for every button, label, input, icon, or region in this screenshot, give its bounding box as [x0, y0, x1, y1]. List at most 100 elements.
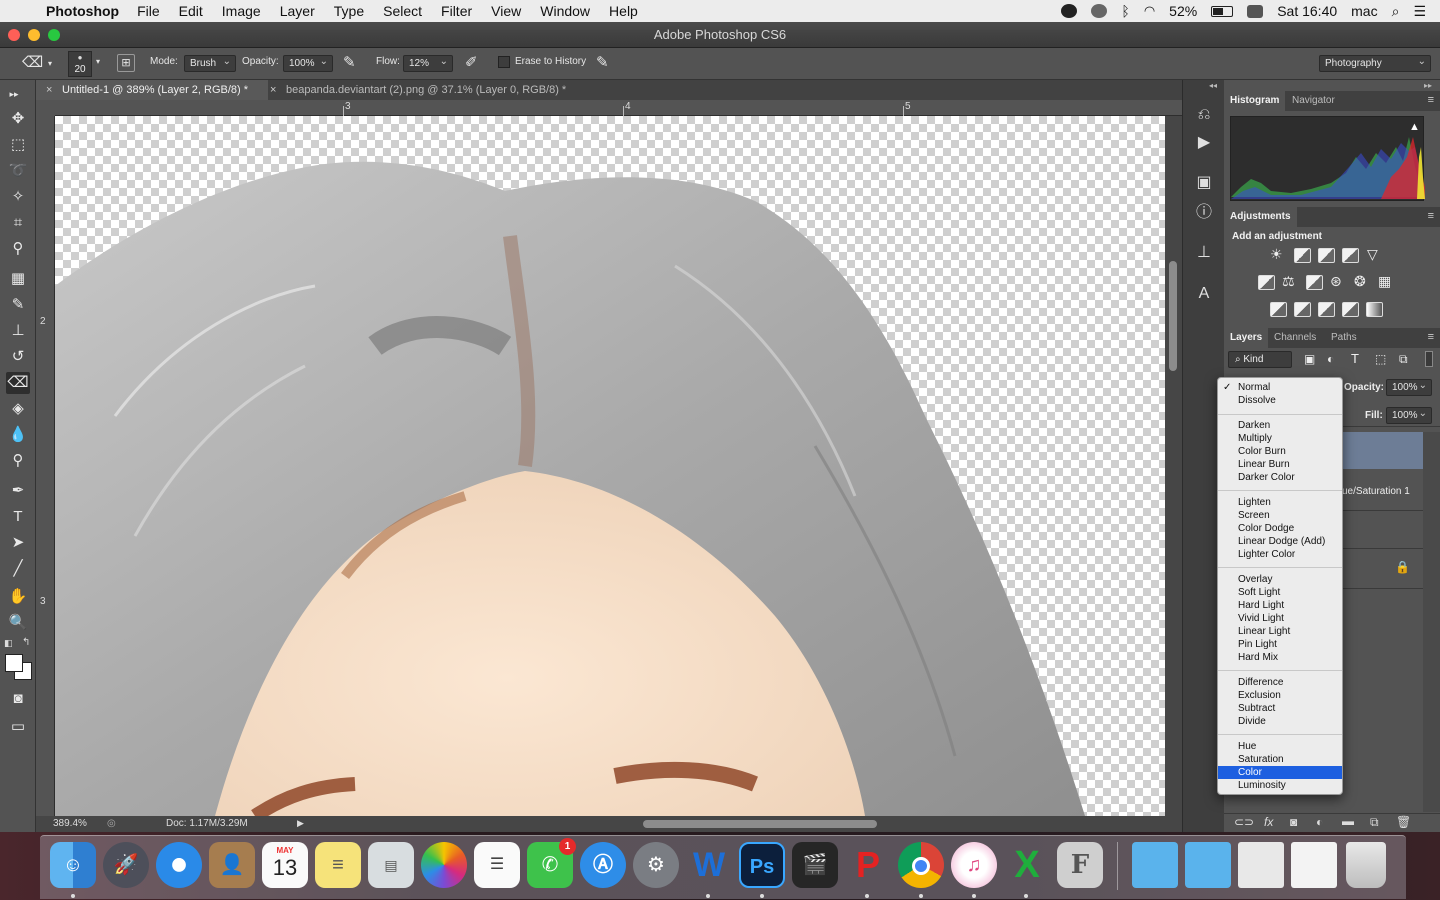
line-tool-icon[interactable]: ╱: [6, 558, 30, 580]
blur-tool-icon[interactable]: 💧: [6, 424, 30, 446]
tool-preset-dropdown-icon[interactable]: ▾: [48, 59, 52, 68]
tab-histogram[interactable]: Histogram: [1224, 91, 1286, 111]
info-panel-icon[interactable]: ⓘ: [1193, 202, 1215, 224]
blend-saturation[interactable]: Saturation: [1218, 753, 1342, 766]
tab-untitled-1[interactable]: × Untitled-1 @ 389% (Layer 2, RGB/8) *: [36, 80, 268, 100]
brush-dropdown-icon[interactable]: ▾: [96, 57, 100, 66]
brush-tool-icon[interactable]: ✎: [6, 294, 30, 316]
mode-select[interactable]: Brush: [184, 54, 236, 72]
layers-scrollbar[interactable]: [1423, 432, 1440, 812]
menu-layer[interactable]: Layer: [280, 3, 315, 19]
opacity-input[interactable]: 100%: [283, 54, 333, 72]
blend-linear-burn[interactable]: Linear Burn: [1218, 458, 1342, 471]
layer-row-selected[interactable]: [1342, 432, 1423, 469]
exposure-adjustment-icon[interactable]: [1342, 248, 1359, 263]
curves-adjustment-icon[interactable]: [1318, 248, 1335, 263]
menu-help[interactable]: Help: [609, 3, 638, 19]
tab-channels[interactable]: Channels: [1268, 328, 1322, 348]
photoshop-icon[interactable]: Ps: [739, 842, 785, 888]
layer-style-icon[interactable]: fx: [1264, 815, 1273, 829]
path-selection-tool-icon[interactable]: ➤: [6, 532, 30, 554]
trash-icon[interactable]: [1346, 842, 1386, 888]
selective-color-adjustment-icon[interactable]: [1342, 302, 1359, 317]
swap-colors-icon[interactable]: ↰: [22, 637, 30, 648]
document-stack-icon[interactable]: [1238, 842, 1284, 888]
powerpoint-icon[interactable]: P: [845, 842, 891, 888]
facetime-icon[interactable]: ✆ 1: [527, 838, 576, 888]
blend-dissolve[interactable]: Dissolve: [1218, 394, 1342, 407]
move-tool-icon[interactable]: ✥: [6, 108, 30, 130]
blend-overlay[interactable]: Overlay: [1218, 573, 1342, 586]
user-name[interactable]: mac: [1351, 3, 1377, 19]
contacts-icon[interactable]: 👤: [209, 842, 255, 888]
spotlight-icon[interactable]: ⌕: [1392, 3, 1400, 20]
posterize-adjustment-icon[interactable]: [1294, 302, 1311, 317]
layer-filter-kind-select[interactable]: ⌕ Kind: [1228, 351, 1292, 368]
workspace-select[interactable]: Photography: [1319, 54, 1431, 72]
blend-vivid-light[interactable]: Vivid Light: [1218, 612, 1342, 625]
collapse-tools-icon[interactable]: ▸▸: [2, 83, 26, 105]
blend-pin-light[interactable]: Pin Light: [1218, 638, 1342, 651]
foreground-color-swatch[interactable]: [5, 654, 23, 672]
black-white-adjustment-icon[interactable]: [1306, 275, 1323, 290]
chrome-icon[interactable]: [898, 842, 944, 888]
zoom-tool-icon[interactable]: 🔍: [6, 612, 30, 634]
excel-icon[interactable]: X: [1004, 842, 1050, 888]
finder-icon[interactable]: ☺: [50, 842, 96, 888]
lasso-tool-icon[interactable]: ➰: [6, 160, 30, 182]
menu-type[interactable]: Type: [334, 3, 364, 19]
eraser-tool-icon[interactable]: ⌫: [6, 372, 30, 394]
blend-difference[interactable]: Difference: [1218, 676, 1342, 689]
creative-cloud-icon[interactable]: [1091, 4, 1108, 18]
gradient-map-adjustment-icon[interactable]: [1366, 302, 1383, 317]
filter-type-icon[interactable]: T: [1351, 351, 1359, 366]
pen-tool-icon[interactable]: ✒: [6, 480, 30, 502]
blend-lighten[interactable]: Lighten: [1218, 496, 1342, 509]
menu-filter[interactable]: Filter: [441, 3, 472, 19]
close-tab-icon[interactable]: ×: [270, 80, 276, 100]
tab-adjustments[interactable]: Adjustments: [1224, 207, 1297, 227]
menu-window[interactable]: Window: [540, 3, 590, 19]
invert-adjustment-icon[interactable]: [1270, 302, 1287, 317]
eyedropper-tool-icon[interactable]: ⚲: [6, 238, 30, 260]
launchpad-icon[interactable]: 🚀: [103, 842, 149, 888]
new-layer-icon[interactable]: ⧉: [1370, 815, 1379, 830]
blend-normal[interactable]: Normal: [1218, 381, 1342, 394]
adjustments-panel-menu-icon[interactable]: ≡: [1428, 210, 1434, 222]
horizontal-ruler[interactable]: 3 4 5: [55, 100, 1182, 116]
preview-icon[interactable]: ▤: [368, 842, 414, 888]
dodge-tool-icon[interactable]: ⚲: [6, 450, 30, 472]
vibrance-adjustment-icon[interactable]: ▽: [1367, 246, 1378, 263]
blend-lighter-color[interactable]: Lighter Color: [1218, 548, 1342, 561]
history-panel-icon[interactable]: ⎌: [1193, 104, 1215, 126]
quick-selection-tool-icon[interactable]: ✧: [6, 186, 30, 208]
levels-adjustment-icon[interactable]: [1294, 248, 1311, 263]
filter-smart-object-icon[interactable]: ⧉: [1399, 352, 1408, 367]
hand-tool-icon[interactable]: ✋: [6, 586, 30, 608]
airbrush-icon[interactable]: ✐: [465, 53, 478, 71]
final-cut-icon[interactable]: 🎬: [792, 842, 838, 888]
word-icon[interactable]: W: [686, 842, 732, 888]
itunes-icon[interactable]: ♫: [951, 842, 997, 888]
font-book-icon[interactable]: F: [1057, 842, 1103, 888]
eraser-tool-preset-icon[interactable]: ⌫: [22, 53, 43, 71]
brush-panel-toggle-icon[interactable]: ⊞: [117, 54, 135, 72]
filter-pixel-icon[interactable]: ▣: [1304, 352, 1315, 366]
blend-luminosity[interactable]: Luminosity: [1218, 779, 1342, 792]
marquee-tool-icon[interactable]: ⬚: [6, 134, 30, 156]
clock[interactable]: Sat 16:40: [1277, 3, 1337, 19]
battery-icon[interactable]: [1211, 5, 1234, 17]
tool-presets-panel-icon[interactable]: ⊥: [1193, 242, 1215, 264]
history-brush-tool-icon[interactable]: ↺: [6, 346, 30, 368]
link-layers-icon[interactable]: ⊂⊃: [1234, 815, 1254, 829]
channel-mixer-adjustment-icon[interactable]: ❂: [1354, 273, 1366, 290]
histogram-panel-menu-icon[interactable]: ≡: [1428, 94, 1434, 106]
layer-fill-input[interactable]: 100%: [1386, 406, 1432, 424]
battery-percent[interactable]: 52%: [1169, 3, 1197, 19]
layer-opacity-input[interactable]: 100%: [1386, 378, 1432, 396]
horizontal-scroll-thumb[interactable]: [643, 820, 877, 828]
downloads-folder-icon[interactable]: [1185, 842, 1231, 888]
crop-tool-icon[interactable]: ⌗: [6, 212, 30, 234]
safari-icon[interactable]: ⊕: [156, 842, 202, 888]
tab-navigator[interactable]: Navigator: [1286, 91, 1341, 111]
